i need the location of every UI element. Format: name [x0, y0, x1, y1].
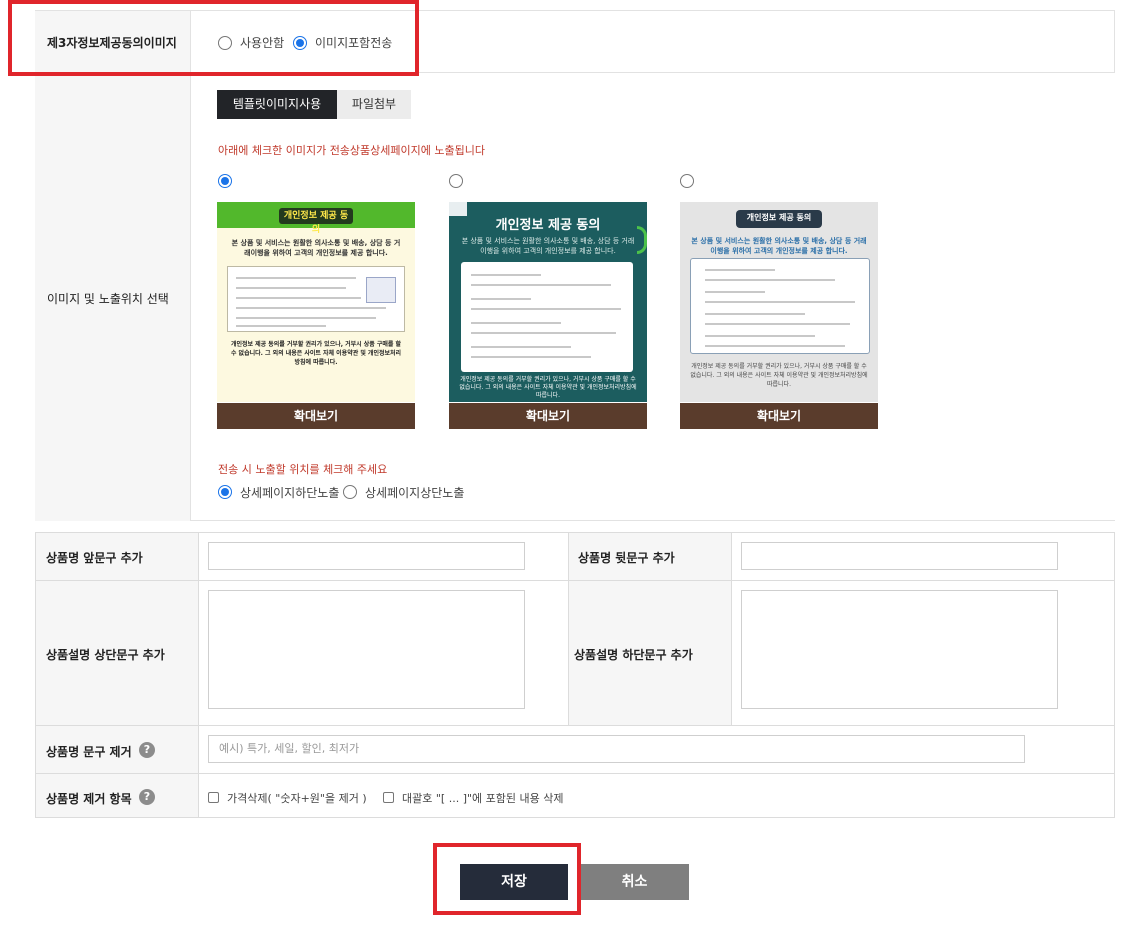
highlight-box-save: [433, 843, 581, 915]
remove-price-checkbox[interactable]: [208, 792, 219, 803]
text-line: [705, 279, 835, 281]
image-position-row-label: 이미지 및 노출위치 선택: [47, 292, 169, 306]
template-3-radio[interactable]: [680, 174, 694, 188]
template-2-title: 개인정보 제공 동의: [495, 218, 601, 233]
text-line: [471, 346, 571, 348]
template-1-outro: 개인정보 제공 동의를 거부할 권리가 있으나, 거부시 상품 구매를 할 수 …: [230, 341, 402, 366]
position-notice: 전송 시 노출할 위치를 체크해 주세요: [218, 463, 388, 476]
text-line: [705, 291, 765, 293]
position-top-radio[interactable]: [343, 485, 357, 499]
remove-items-label: 상품명 제거 항목: [46, 792, 132, 806]
text-line: [236, 317, 376, 319]
text-line: [236, 277, 356, 279]
tab-template-image[interactable]: 템플릿이미지사용: [217, 90, 337, 119]
template-2-outro: 개인정보 제공 동의를 거부할 권리가 있으나, 거부시 상품 구매를 할 수 …: [459, 376, 637, 399]
text-line: [471, 356, 591, 358]
help-icon[interactable]: ?: [139, 789, 155, 805]
desc-bottom-label: 상품설명 하단문구 추가: [574, 648, 693, 662]
template-1-content-box: [227, 266, 405, 332]
template-2-intro: 본 상품 및 서비스는 원활한 의사소통 및 배송, 상담 등 거래이행을 위하…: [461, 237, 635, 255]
column-divider: [568, 533, 569, 725]
text-line: [705, 269, 775, 271]
template-2-image[interactable]: 개인정보 제공 동의 본 상품 및 서비스는 원활한 의사소통 및 배송, 상담…: [449, 202, 647, 402]
template-3-content-card: [690, 258, 870, 354]
help-icon[interactable]: ?: [139, 742, 155, 758]
text-line: [471, 284, 611, 286]
label-column-bottom: [36, 533, 198, 817]
desc-top-label: 상품설명 상단문구 추가: [46, 648, 165, 662]
position-bottom-label[interactable]: 상세페이지하단노출: [240, 484, 339, 501]
text-line: [705, 335, 815, 337]
label-column: [35, 11, 191, 521]
desc-top-textarea[interactable]: [208, 590, 525, 709]
position-top-label[interactable]: 상세페이지상단노출: [365, 484, 464, 501]
text-line: [236, 287, 346, 289]
tab-file-attach[interactable]: 파일첨부: [337, 90, 411, 119]
template-3-zoom-button[interactable]: 확대보기: [680, 403, 878, 429]
remove-brackets-label[interactable]: 대괄호 "[ ... ]"에 포함된 내용 삭제: [402, 790, 564, 806]
position-bottom-radio[interactable]: [218, 485, 232, 499]
remove-words-label: 상품명 문구 제거: [46, 745, 132, 759]
template-2-radio[interactable]: [449, 174, 463, 188]
text-line: [705, 323, 850, 325]
document-icon: [366, 277, 396, 303]
template-3-image[interactable]: 개인정보 제공 동의 본 상품 및 서비스는 원활한 의사소통 및 배송, 상담…: [680, 202, 878, 402]
row-divider: [191, 520, 1115, 521]
prefix-input[interactable]: [208, 542, 525, 570]
row-divider: [36, 725, 1114, 726]
template-1-zoom-button[interactable]: 확대보기: [217, 403, 415, 429]
text-line: [236, 297, 361, 299]
row-divider: [36, 773, 1114, 774]
text-line: [705, 345, 845, 347]
cancel-button[interactable]: 취소: [580, 864, 689, 900]
template-1-intro: 본 상품 및 서비스는 원활한 의사소통 및 배송, 상담 등 거래이행을 위하…: [231, 239, 401, 257]
text-line: [236, 325, 326, 327]
text-line: [471, 274, 541, 276]
text-line: [471, 298, 531, 300]
section-right-border: [1114, 10, 1115, 72]
remove-price-label[interactable]: 가격삭제( "숫자+원"을 제거 ): [227, 790, 367, 806]
prefix-label: 상품명 앞문구 추가: [46, 551, 143, 565]
text-line: [471, 308, 621, 310]
template-notice: 아래에 체크한 이미지가 전송상품상세페이지에 노출됩니다: [218, 144, 485, 157]
desc-bottom-textarea[interactable]: [741, 590, 1058, 709]
text-line: [705, 313, 805, 315]
template-3-intro: 본 상품 및 서비스는 원활한 의사소통 및 배송, 상담 등 거래이행을 위하…: [691, 237, 867, 255]
suffix-input[interactable]: [741, 542, 1058, 570]
text-line: [705, 301, 855, 303]
text-line: [471, 332, 616, 334]
remove-words-input[interactable]: 예시) 특가, 세일, 할인, 최저가: [208, 735, 1025, 763]
column-divider: [731, 533, 732, 725]
template-1-image[interactable]: 개인정보 제공 동의 본 상품 및 서비스는 원활한 의사소통 및 배송, 상담…: [217, 202, 415, 402]
remove-brackets-checkbox[interactable]: [383, 792, 394, 803]
template-1-header-text: 개인정보 제공 동의: [283, 211, 349, 235]
template-2-content-card: [461, 262, 633, 372]
text-line: [236, 307, 386, 309]
template-3-outro: 개인정보 제공 동의를 거부할 권리가 있으나, 거부시 상품 구매를 할 수 …: [690, 363, 868, 388]
column-divider: [198, 533, 199, 817]
suffix-label: 상품명 뒷문구 추가: [578, 551, 675, 565]
template-1-radio[interactable]: [218, 174, 232, 188]
template-3-header-text: 개인정보 제공 동의: [746, 213, 812, 222]
text-line: [471, 322, 561, 324]
row-divider: [36, 580, 1114, 581]
highlight-box-consent: [8, 0, 419, 76]
template-2-zoom-button[interactable]: 확대보기: [449, 403, 647, 429]
